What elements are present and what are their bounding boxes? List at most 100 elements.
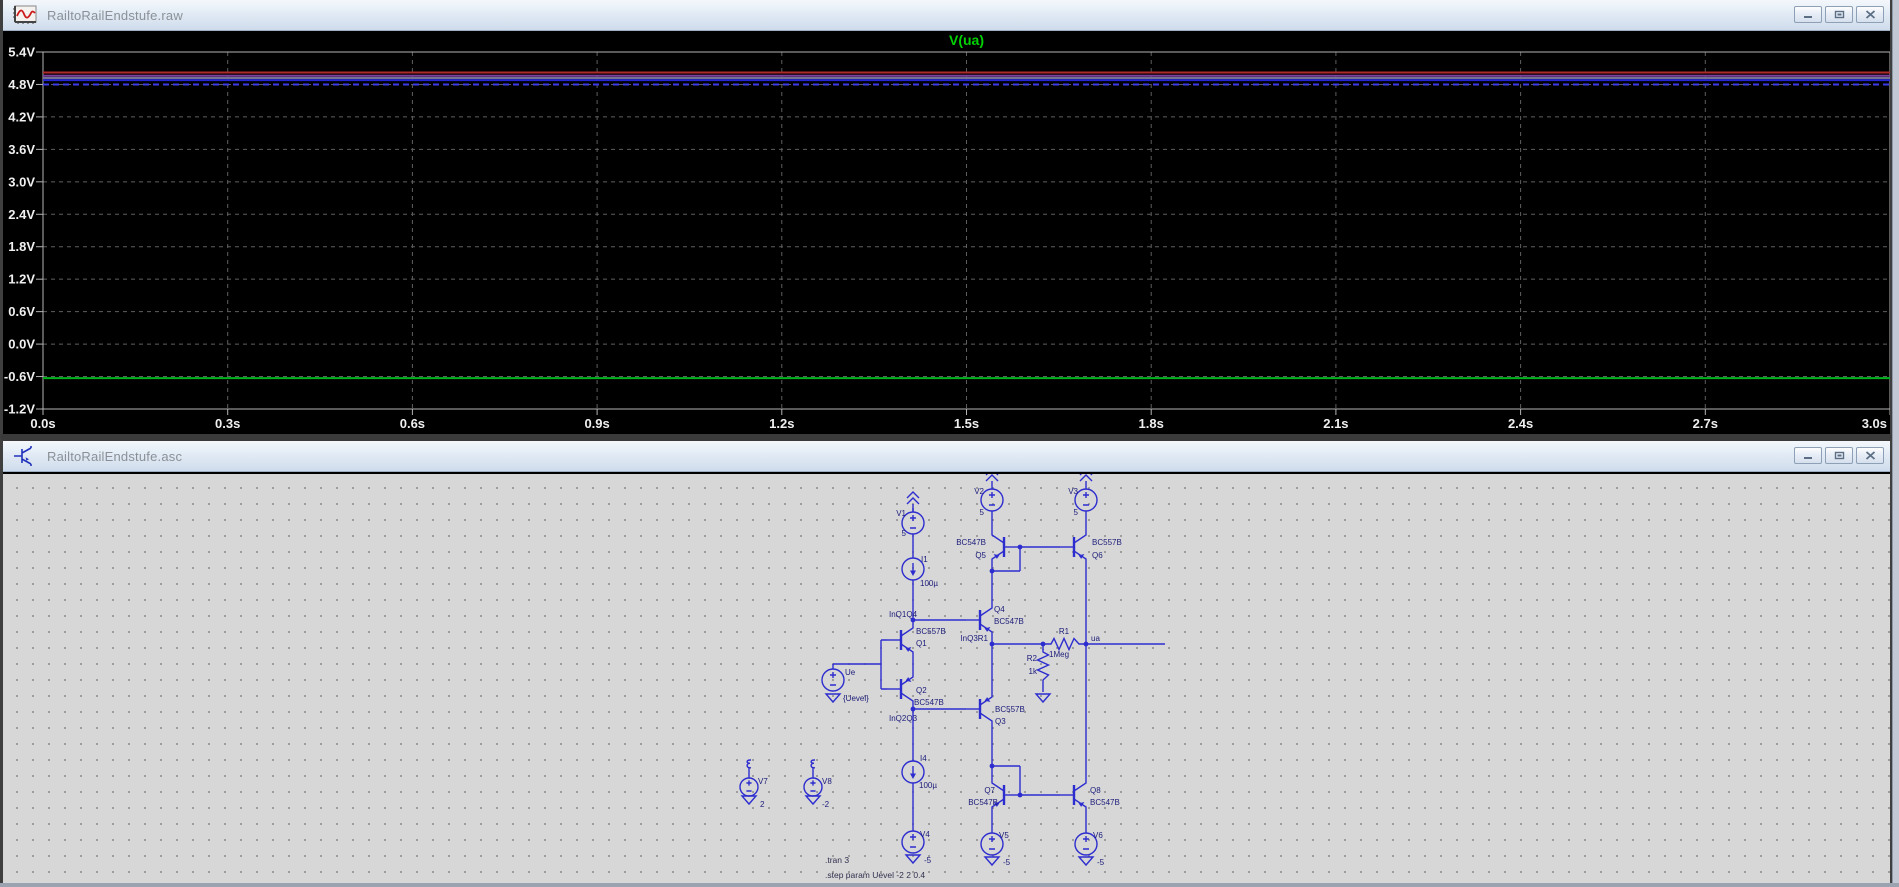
svg-text:-2: -2 <box>822 800 830 809</box>
plot-background <box>3 31 1890 434</box>
x-tick-label: 0.3s <box>215 416 240 431</box>
net-label: InQ1Q4 <box>889 610 918 619</box>
component-v4[interactable]: V4 -5 <box>902 830 932 865</box>
component-q1[interactable]: BC557B Q1 <box>887 620 946 660</box>
y-tick-label: 1.2V <box>8 272 35 287</box>
restore-icon <box>1834 451 1845 460</box>
minimize-icon <box>1803 451 1814 460</box>
ground-icon <box>742 796 756 804</box>
resistor-icon <box>1038 649 1049 682</box>
ground-icon <box>1079 857 1093 865</box>
power-flag-icon <box>907 492 919 512</box>
svg-text:Q5: Q5 <box>975 551 986 560</box>
voltage-source-icon <box>981 489 1003 511</box>
restore-button[interactable] <box>1825 447 1853 464</box>
svg-text:V8: V8 <box>822 777 832 786</box>
component-q7[interactable]: Q7 BC547B <box>968 775 1018 815</box>
close-button[interactable] <box>1856 447 1884 464</box>
svg-text:R2: R2 <box>1027 654 1038 663</box>
svg-text:5: 5 <box>980 508 985 517</box>
spice-directives[interactable]: .tran 3 .step param Uevel -2 2 0.4 <box>825 855 925 880</box>
net-label: ua <box>1091 634 1100 643</box>
component-q5[interactable]: BC547B Q5 <box>956 527 1018 567</box>
x-tick-label: 2.4s <box>1508 416 1533 431</box>
waveform-plot-area[interactable]: 5.4V4.8V4.2V3.6V3.0V2.4V1.8V1.2V0.6V0.0V… <box>3 31 1890 434</box>
schematic-window-title: RailtoRailEndstufe.asc <box>47 449 182 464</box>
voltage-source-icon <box>822 669 844 691</box>
waveform-titlebar[interactable]: RailtoRailEndstufe.raw <box>3 0 1890 31</box>
net-label: InQ2Q3 <box>889 714 918 723</box>
component-r2[interactable]: R2 1k <box>1027 649 1050 702</box>
component-v7[interactable]: V7 2 <box>740 760 768 809</box>
transistor-icon <box>1060 775 1086 815</box>
y-tick-label: 4.2V <box>8 109 35 124</box>
svg-text:V7: V7 <box>758 777 768 786</box>
component-i1[interactable]: I1 100µ <box>902 555 938 588</box>
close-button[interactable] <box>1856 6 1884 23</box>
svg-text:1k: 1k <box>1029 667 1038 676</box>
component-v1[interactable]: V1 5 <box>896 492 924 538</box>
voltage-source-icon <box>804 778 822 796</box>
component-ue[interactable]: Ue {Uevel} <box>822 668 869 703</box>
svg-text:-5: -5 <box>924 856 932 865</box>
schematic-file-icon <box>12 446 38 466</box>
minimize-button[interactable] <box>1794 447 1822 464</box>
waveform-plot: 5.4V4.8V4.2V3.6V3.0V2.4V1.8V1.2V0.6V0.0V… <box>3 31 1890 434</box>
transistor-icon <box>992 775 1018 815</box>
plot-title[interactable]: V(ua) <box>949 32 984 48</box>
svg-text:V2: V2 <box>974 487 984 496</box>
y-tick-label: 4.8V <box>8 77 35 92</box>
minimize-button[interactable] <box>1794 6 1822 23</box>
x-tick-label: 2.7s <box>1693 416 1718 431</box>
restore-icon <box>1834 10 1845 19</box>
ground-icon <box>806 796 820 804</box>
svg-text:V6: V6 <box>1093 831 1103 840</box>
component-v8[interactable]: V8 -2 <box>804 760 832 809</box>
svg-text:I4: I4 <box>920 754 927 763</box>
svg-text:BC547B: BC547B <box>968 798 998 807</box>
component-q8[interactable]: Q8 BC547B <box>1060 775 1120 815</box>
component-v6[interactable]: V6 -5 <box>1075 831 1105 867</box>
svg-text:Q4: Q4 <box>994 605 1005 614</box>
component-v2[interactable]: V2 5 <box>974 474 1003 517</box>
component-r1[interactable]: R1 1Meg <box>1048 627 1081 659</box>
step-directive: .step param Uevel -2 2 0.4 <box>825 870 925 880</box>
svg-text:100µ: 100µ <box>920 579 938 588</box>
y-tick-label: 3.0V <box>8 174 35 189</box>
svg-text:2: 2 <box>760 800 765 809</box>
x-tick-label: 1.8s <box>1139 416 1164 431</box>
schematic-drawing: V1 5 I1 100µ V2 5 V3 5 BC <box>3 474 1890 887</box>
component-v5[interactable]: V5 -5 <box>981 831 1011 867</box>
schematic-titlebar[interactable]: RailtoRailEndstufe.asc <box>3 441 1890 472</box>
transistor-icon <box>887 669 913 709</box>
svg-text:BC547B: BC547B <box>1090 798 1120 807</box>
component-q2[interactable]: Q2 BC547B <box>887 669 944 709</box>
y-tick-label: 1.8V <box>8 239 35 254</box>
component-v3[interactable]: V3 5 <box>1068 474 1097 517</box>
svg-text:Q3: Q3 <box>995 717 1006 726</box>
svg-text:BC547B: BC547B <box>914 698 944 707</box>
ground-icon <box>826 694 840 702</box>
svg-text:BC547B: BC547B <box>956 538 986 547</box>
schematic-canvas[interactable]: V1 5 I1 100µ V2 5 V3 5 BC <box>3 474 1890 883</box>
voltage-source-icon <box>740 778 758 796</box>
x-tick-label: 0.6s <box>400 416 425 431</box>
svg-text:100µ: 100µ <box>919 781 937 790</box>
x-tick-label: 0.9s <box>584 416 609 431</box>
component-i4[interactable]: I4 100µ <box>902 754 937 790</box>
x-tick-label: 3.0s <box>1862 416 1887 431</box>
restore-button[interactable] <box>1825 6 1853 23</box>
tran-directive: .tran 3 <box>825 855 849 865</box>
svg-text:-5: -5 <box>1003 858 1011 867</box>
ground-icon <box>985 857 999 865</box>
resistor-icon <box>1048 639 1081 650</box>
svg-text:Q2: Q2 <box>916 686 927 695</box>
svg-text:BC557B: BC557B <box>916 627 946 636</box>
component-q6[interactable]: BC557B Q6 <box>1060 527 1122 567</box>
svg-text:V1: V1 <box>896 509 906 518</box>
power-flag-icon <box>1080 474 1092 489</box>
y-tick-label: -1.2V <box>4 402 35 417</box>
transistor-icon <box>966 689 992 729</box>
svg-text:V4: V4 <box>920 830 930 839</box>
component-q3[interactable]: BC557B Q3 <box>966 689 1025 729</box>
